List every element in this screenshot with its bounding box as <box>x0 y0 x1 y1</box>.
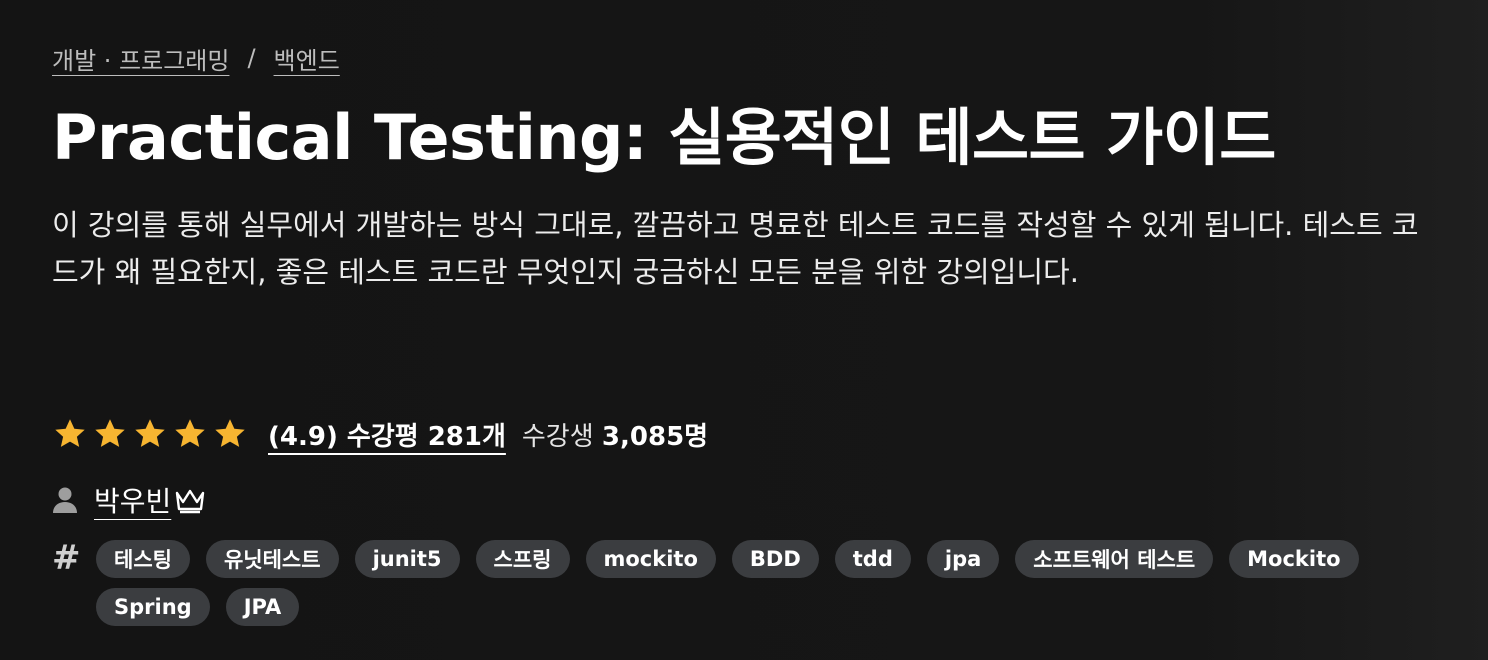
reviews-link[interactable]: (4.9) 수강평 281개 <box>268 416 506 453</box>
star-icon <box>215 419 245 447</box>
rating-row: (4.9) 수강평 281개 수강생 3,085명 <box>52 412 1452 456</box>
tag-chip[interactable]: JPA <box>225 588 300 626</box>
tag-chip[interactable]: Mockito <box>1229 540 1359 578</box>
tag-chip[interactable]: 스프링 <box>475 540 570 578</box>
breadcrumb-subcategory-link[interactable]: 백엔드 <box>274 41 340 76</box>
hashtag-icon: # <box>52 538 81 578</box>
author-row: 박우빈 <box>52 478 1452 522</box>
tag-chip[interactable]: mockito <box>585 540 716 578</box>
students-label: 수강생 <box>521 421 594 452</box>
tags-row: # 테스팅 유닛테스트 junit5 스프링 mockito BDD tdd j… <box>52 538 1452 626</box>
author-link[interactable]: 박우빈 <box>94 480 171 520</box>
course-header: 개발 · 프로그래밍 / 백엔드 Practical Testing: 실용적인… <box>52 38 1452 626</box>
tag-list: 테스팅 유닛테스트 junit5 스프링 mockito BDD tdd jpa… <box>96 540 1436 626</box>
crown-icon <box>176 489 205 514</box>
tag-chip[interactable]: 테스팅 <box>96 540 190 578</box>
tag-chip[interactable]: tdd <box>834 540 911 578</box>
breadcrumb: 개발 · 프로그래밍 / 백엔드 <box>52 38 1452 78</box>
tag-chip[interactable]: Spring <box>96 588 210 626</box>
course-description: 이 강의를 통해 실무에서 개발하는 방식 그대로, 깔끔하고 명료한 테스트 … <box>52 208 1419 289</box>
person-icon <box>53 487 77 513</box>
tag-chip[interactable]: jpa <box>926 540 1000 578</box>
tag-chip[interactable]: junit5 <box>354 540 460 578</box>
star-icon <box>95 419 125 447</box>
breadcrumb-category-link[interactable]: 개발 · 프로그래밍 <box>52 41 229 76</box>
tag-chip[interactable]: 소프트웨어 테스트 <box>1015 540 1214 578</box>
star-icon <box>175 419 205 447</box>
breadcrumb-separator: / <box>247 44 256 72</box>
star-icon <box>135 419 165 447</box>
students-value: 3,085명 <box>601 421 709 452</box>
tag-chip[interactable]: BDD <box>731 540 819 578</box>
star-icon <box>55 419 85 447</box>
tag-chip[interactable]: 유닛테스트 <box>205 540 339 578</box>
star-rating <box>52 416 248 452</box>
course-title: Practical Testing: 실용적인 테스트 가이드 <box>52 101 1276 174</box>
students-count: 수강생 3,085명 <box>522 416 708 453</box>
